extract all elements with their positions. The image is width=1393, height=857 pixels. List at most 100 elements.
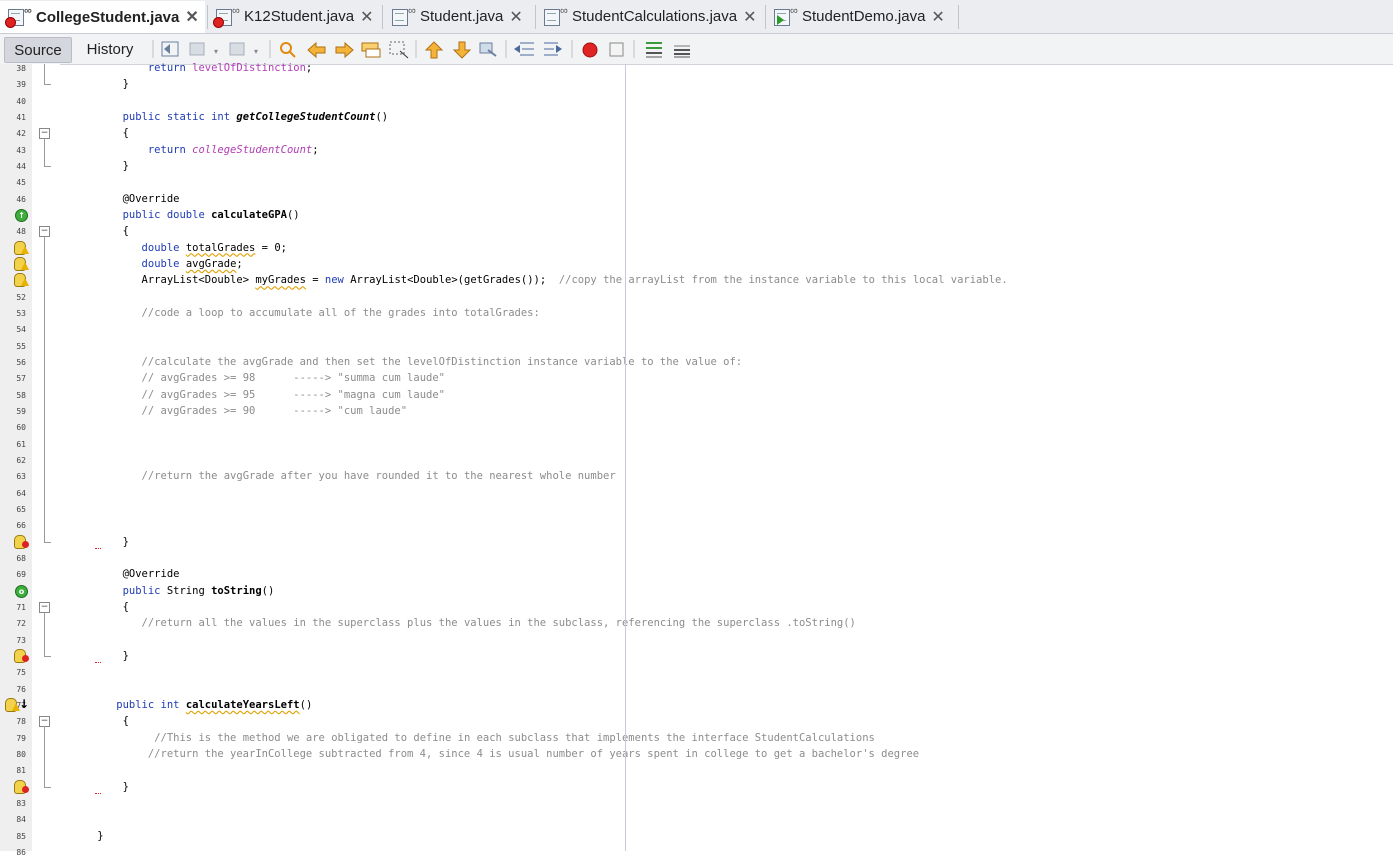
line-number: 76 xyxy=(16,684,26,694)
code-line[interactable]: //calculate the avgGrade and then set th… xyxy=(72,355,743,369)
override-marker-icon[interactable]: ↑ xyxy=(15,208,28,222)
line-number: 56 xyxy=(16,357,26,367)
code-line[interactable]: public static int getCollegeStudentCount… xyxy=(72,110,389,124)
toggle-bookmark-icon[interactable] xyxy=(479,42,497,57)
warning-hint-icon[interactable] xyxy=(14,240,30,255)
line-number: 57 xyxy=(16,374,26,384)
error-underline xyxy=(95,792,101,794)
warning-hint-icon[interactable] xyxy=(14,256,30,271)
shift-left-icon[interactable] xyxy=(514,42,534,56)
history-view-button[interactable]: History xyxy=(80,37,140,61)
find-next-icon[interactable] xyxy=(335,41,354,59)
line-number: 73 xyxy=(16,635,26,645)
forward-icon[interactable] xyxy=(229,42,245,56)
code-line[interactable]: { xyxy=(72,714,129,728)
line-number: 79 xyxy=(16,733,26,743)
tab-label: StudentDemo.java xyxy=(802,8,926,25)
find-previous-icon[interactable] xyxy=(307,41,326,59)
rectangular-selection-icon[interactable] xyxy=(389,41,409,59)
code-line[interactable]: // avgGrades >= 95 -----> "magna cum lau… xyxy=(72,388,445,402)
tab-studentdemo[interactable]: ∞ StudentDemo.java ✕ xyxy=(766,1,958,32)
fold-end xyxy=(44,165,51,167)
error-underline xyxy=(95,661,101,663)
find-icon[interactable] xyxy=(280,42,296,58)
line-number: 65 xyxy=(16,504,26,514)
line-number: 43 xyxy=(16,145,26,155)
code-line[interactable]: } xyxy=(72,77,129,91)
code-line[interactable]: @Override xyxy=(72,192,180,206)
source-view-button[interactable]: Source xyxy=(4,37,72,63)
error-hint-icon[interactable] xyxy=(14,648,30,663)
fold-guide xyxy=(44,138,45,166)
code-line[interactable]: ArrayList<Double> myGrades = new ArrayLi… xyxy=(72,273,1008,287)
tab-collegestudent[interactable]: ∞ CollegeStudent.java ✕ xyxy=(0,1,205,33)
code-line[interactable]: } xyxy=(72,829,103,843)
uncomment-icon[interactable] xyxy=(674,45,690,58)
error-hint-icon[interactable] xyxy=(14,779,30,794)
line-number: 41 xyxy=(16,112,26,122)
line-number: 39 xyxy=(16,80,26,90)
line-number: 52 xyxy=(16,292,26,302)
code-line[interactable]: //return the avgGrade after you have rou… xyxy=(72,469,616,483)
close-icon[interactable]: ✕ xyxy=(743,7,756,27)
code-line[interactable]: { xyxy=(72,126,129,140)
code-line[interactable]: //return the yearInCollege subtracted fr… xyxy=(72,747,919,761)
comment-icon[interactable] xyxy=(646,42,662,58)
code-line[interactable]: //return all the values in the superclas… xyxy=(72,616,856,630)
line-number: 63 xyxy=(16,472,26,482)
previous-bookmark-icon[interactable] xyxy=(424,41,444,59)
line-number: 61 xyxy=(16,439,26,449)
fold-end xyxy=(44,541,51,543)
line-number: 54 xyxy=(16,325,26,335)
last-edit-icon[interactable] xyxy=(161,41,179,57)
editor-tab-bar: ∞ CollegeStudent.java ✕ ∞ K12Student.jav… xyxy=(0,0,1393,34)
code-line[interactable]: double totalGrades = 0; xyxy=(72,241,287,255)
line-number: 80 xyxy=(16,749,26,759)
error-hint-icon[interactable] xyxy=(14,534,30,549)
code-line[interactable]: @Override xyxy=(72,567,180,581)
line-number: 38 xyxy=(16,64,26,73)
fold-guide xyxy=(44,64,45,85)
java-interface-file-icon: ∞ xyxy=(540,5,572,29)
start-macro-recording-icon[interactable] xyxy=(582,42,598,58)
code-line[interactable]: { xyxy=(72,600,129,614)
fold-end xyxy=(44,786,51,788)
code-line[interactable]: { xyxy=(72,224,129,238)
tab-label: CollegeStudent.java xyxy=(36,8,180,26)
close-icon[interactable]: ✕ xyxy=(360,7,373,27)
line-number: 86 xyxy=(16,847,26,857)
tab-k12student[interactable]: ∞ K12Student.java ✕ xyxy=(208,1,380,32)
code-line[interactable]: double avgGrade; xyxy=(72,257,243,271)
code-line[interactable]: // avgGrades >= 98 -----> "summa cum lau… xyxy=(72,371,445,385)
tab-studentcalculations[interactable]: ∞ StudentCalculations.java ✕ xyxy=(536,1,764,32)
line-number: 68 xyxy=(16,553,26,563)
line-number: 62 xyxy=(16,455,26,465)
code-editor[interactable]: return levelOfDistinction; } public stat… xyxy=(60,61,1393,851)
java-file-error-icon: ∞ xyxy=(4,5,36,29)
code-line[interactable]: public String toString() xyxy=(72,584,275,598)
right-margin-guide xyxy=(625,64,626,851)
code-line[interactable]: //code a loop to accumulate all of the g… xyxy=(72,306,540,320)
code-line[interactable]: return collegeStudentCount; xyxy=(72,143,319,157)
warning-hint-icon[interactable] xyxy=(14,273,30,288)
line-number: 69 xyxy=(16,570,26,580)
tab-student[interactable]: ∞ Student.java ✕ xyxy=(384,1,534,32)
override-marker-icon[interactable]: o xyxy=(15,584,28,598)
code-line[interactable]: return levelOfDistinction; xyxy=(72,61,312,75)
code-line[interactable]: //This is the method we are obligated to… xyxy=(72,731,875,745)
next-bookmark-icon[interactable] xyxy=(452,41,472,59)
back-icon[interactable] xyxy=(189,42,205,56)
line-number: 64 xyxy=(16,488,26,498)
close-icon[interactable]: ✕ xyxy=(509,7,522,27)
close-icon[interactable]: ✕ xyxy=(185,7,198,27)
line-number: 55 xyxy=(16,341,26,351)
stop-macro-recording-icon[interactable] xyxy=(609,42,624,57)
close-icon[interactable]: ✕ xyxy=(931,7,944,27)
code-line[interactable]: public int calculateYearsLeft() xyxy=(72,698,312,712)
code-line[interactable]: } xyxy=(72,159,129,173)
toggle-highlight-icon[interactable] xyxy=(361,42,381,58)
shift-right-icon[interactable] xyxy=(544,42,562,56)
implements-arrow-icon[interactable]: ↓ xyxy=(19,697,29,711)
code-line[interactable]: // avgGrades >= 90 -----> "cum laude" xyxy=(72,404,408,418)
code-line[interactable]: public double calculateGPA() xyxy=(72,208,300,222)
